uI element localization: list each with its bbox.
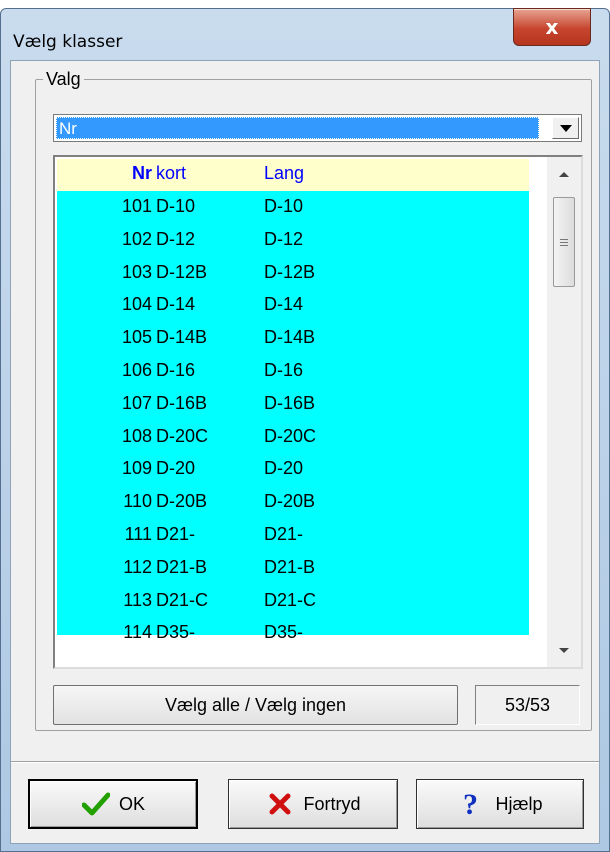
- list-item[interactable]: 101 D-10 D-10: [57, 191, 529, 224]
- list-item-kort: D-10: [156, 196, 196, 216]
- list-item-kort: D35-: [156, 622, 196, 643]
- scrollbar-thumb[interactable]: [553, 197, 575, 287]
- list-item[interactable]: 104 D-14 D-14: [57, 289, 529, 322]
- list-item-lang: D-12B: [264, 261, 316, 282]
- grip-icon: [560, 238, 568, 246]
- list-item[interactable]: 103 D-12B D-12B: [57, 257, 529, 290]
- scroll-up-button[interactable]: [547, 157, 581, 191]
- list-item-nr: 106: [121, 359, 152, 380]
- list-item[interactable]: 112 D21-B D21-B: [57, 552, 529, 585]
- list-item-lang: D21-: [264, 523, 304, 544]
- list-item-nr: 107: [121, 392, 152, 413]
- help-label: Hjælp: [495, 793, 543, 814]
- cancel-label: Fortryd: [303, 793, 361, 814]
- list-item-nr: 104: [121, 294, 152, 315]
- svg-text:?: ?: [463, 789, 478, 819]
- list-item-nr: 108: [121, 425, 152, 446]
- list-item-nr: 114: [123, 622, 152, 643]
- list-item[interactable]: 109 D-20 D-20: [57, 453, 529, 486]
- question-mark-icon: ?: [457, 789, 487, 819]
- list-item-nr: 101: [121, 196, 152, 216]
- list-item-lang: D-16: [264, 359, 304, 380]
- header-nr: Nr: [131, 163, 152, 183]
- checkmark-icon: [81, 789, 111, 819]
- chevron-down-icon: [559, 124, 572, 132]
- close-button[interactable]: x: [513, 8, 591, 46]
- list-item-nr: 105: [121, 327, 152, 348]
- arrow-down-icon: [559, 647, 569, 653]
- list-item[interactable]: 114 D35- D35-: [57, 617, 529, 650]
- list-item-kort: D-20: [156, 458, 196, 479]
- list-item-kort: D-16B: [156, 392, 208, 413]
- list-item-nr: 113: [123, 589, 152, 610]
- window-title: Vælg klasser: [13, 32, 123, 52]
- class-listbox[interactable]: Nr kort Lang 101 D-10 D-10 102 D-12 D-12 103 D-…: [53, 155, 583, 669]
- list-item[interactable]: 105 D-14B D-14B: [57, 322, 529, 355]
- arrow-up-icon: [559, 171, 569, 177]
- list-item-kort: D-16: [156, 359, 196, 380]
- list-item-nr: 110: [123, 491, 152, 512]
- list-item-lang: D-20B: [264, 491, 316, 512]
- group-box-label: Valg: [43, 69, 84, 90]
- list-item-lang: D-20: [264, 458, 304, 479]
- select-all-none-button[interactable]: Vælg alle / Vælg ingen: [53, 685, 458, 725]
- list-item-nr: 102: [121, 228, 152, 249]
- list-item-nr: 112: [123, 556, 152, 577]
- list-item-lang: D-14: [264, 294, 304, 315]
- ok-button[interactable]: OK: [28, 779, 198, 829]
- list-item-lang: D35-: [264, 622, 304, 643]
- header-lang: Lang: [264, 163, 305, 183]
- header-kort: kort: [156, 163, 187, 183]
- list-item-lang: D21-C: [264, 589, 317, 610]
- selection-count: 53/53: [475, 685, 580, 725]
- ok-label: OK: [118, 793, 145, 814]
- list-item-nr: 109: [121, 458, 152, 479]
- list-item[interactable]: 106 D-16 D-16: [57, 355, 529, 388]
- combobox-value[interactable]: Nr: [56, 117, 539, 139]
- list-item[interactable]: 108 D-20C D-20C: [57, 421, 529, 454]
- list-item[interactable]: 102 D-12 D-12: [57, 224, 529, 257]
- list-item-kort: D-14B: [156, 327, 208, 348]
- list-item-kort: D21-C: [156, 589, 209, 610]
- list-item[interactable]: 110 D-20B D-20B: [57, 486, 529, 519]
- list-item-kort: D-12: [156, 228, 196, 249]
- list-item[interactable]: 111 D21- D21-: [57, 519, 529, 552]
- list-item-lang: D-20C: [264, 425, 317, 446]
- list-item-kort: D-20B: [156, 491, 208, 512]
- scroll-down-button[interactable]: [547, 633, 581, 667]
- cancel-button[interactable]: Fortryd: [228, 779, 398, 829]
- list-item-kort: D-20C: [156, 425, 209, 446]
- close-icon: x: [545, 15, 559, 39]
- separator: [11, 761, 599, 763]
- dialog-window: Vælg klasser x Valg Nr Nr kort Lang 101 D…: [0, 0, 610, 852]
- list-item-kort: D-12B: [156, 261, 208, 282]
- help-button[interactable]: ? Hjælp: [416, 779, 584, 829]
- list-item-lang: D-14B: [264, 327, 316, 348]
- list-header: Nr kort Lang: [57, 159, 529, 191]
- list-item-nr: 103: [121, 261, 152, 282]
- combobox-dropdown-button[interactable]: [552, 117, 579, 139]
- dialog-client-area: Valg Nr Nr kort Lang 101 D-10 D-10 102 D-12 D…: [10, 60, 600, 844]
- list-item-lang: D-10: [264, 196, 304, 216]
- list-body: 101 D-10 D-10 102 D-12 D-12 103 D-12B D-12B 104 D-…: [57, 191, 529, 642]
- list-item-nr: 111: [124, 523, 152, 544]
- list-item[interactable]: 107 D-16B D-16B: [57, 388, 529, 421]
- list-item-kort: D21-: [156, 523, 196, 544]
- sort-combobox[interactable]: Nr: [53, 114, 582, 142]
- list-item-kort: D-14: [156, 294, 196, 315]
- list-item-lang: D-12: [264, 228, 304, 249]
- list-item-lang: D-16B: [264, 392, 316, 413]
- vertical-scrollbar[interactable]: [547, 157, 581, 667]
- list-item[interactable]: 113 D21-C D21-C: [57, 585, 529, 618]
- x-icon: [265, 789, 295, 819]
- list-item-kort: D21-B: [156, 556, 208, 577]
- list-item-lang: D21-B: [264, 556, 316, 577]
